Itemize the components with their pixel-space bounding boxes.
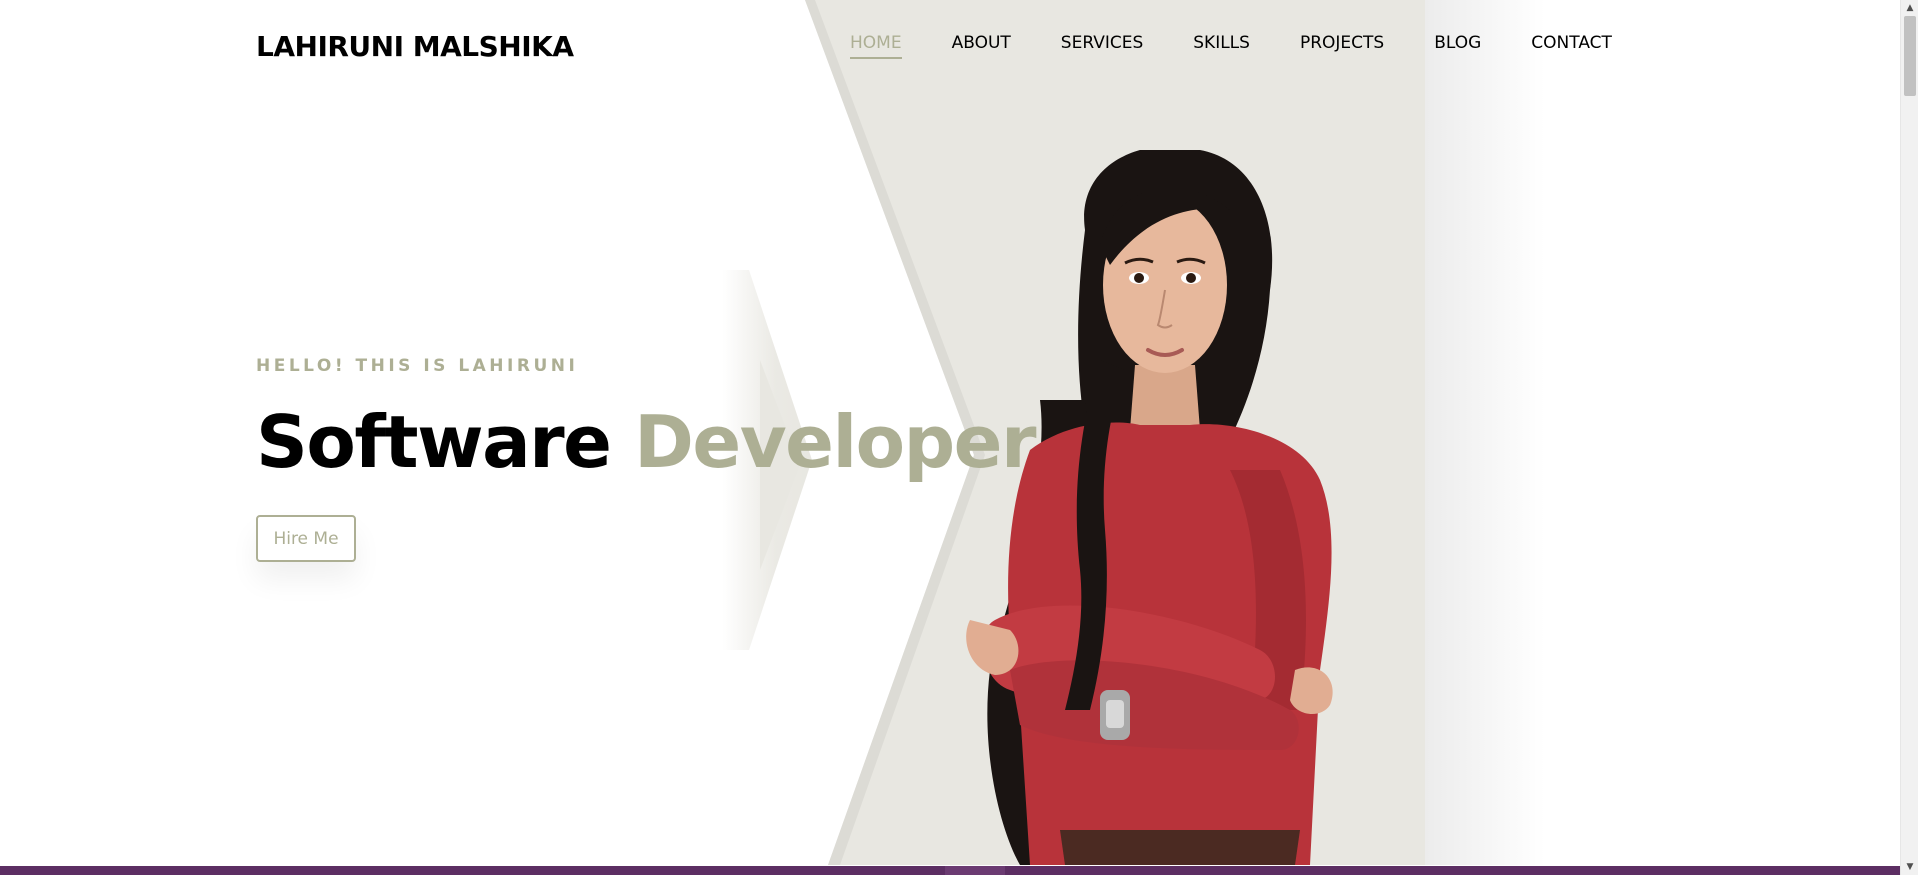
nav-item-projects[interactable]: PROJECTS xyxy=(1300,33,1384,59)
nav-item-home[interactable]: HOME xyxy=(850,33,902,59)
page-scrollbar[interactable]: ▲ ▼ xyxy=(1900,0,1918,875)
page: LAHIRUNI MALSHIKA HOME ABOUT SERVICES SK… xyxy=(0,0,1900,865)
nav-item-skills[interactable]: SKILLS xyxy=(1193,33,1250,59)
main-nav: HOME ABOUT SERVICES SKILLS PROJECTS BLOG… xyxy=(850,33,1612,59)
hero-greeting: HELLO! THIS IS LAHIRUNI xyxy=(256,356,579,376)
nav-item-contact[interactable]: CONTACT xyxy=(1531,33,1612,59)
scrollbar-thumb[interactable] xyxy=(1904,16,1916,96)
hero-right-fade xyxy=(1425,0,1545,865)
brand-logo[interactable]: LAHIRUNI MALSHIKA xyxy=(256,30,574,63)
scroll-down-arrow-icon[interactable]: ▼ xyxy=(1901,859,1918,875)
hero-title: Software Developer xyxy=(256,400,1036,484)
nav-item-services[interactable]: SERVICES xyxy=(1061,33,1143,59)
hero-title-word-1: Software xyxy=(256,400,612,484)
hero-title-word-2: Developer xyxy=(634,400,1036,484)
person-portrait-icon xyxy=(966,150,1333,865)
next-section-strip xyxy=(0,866,1900,875)
nav-item-about[interactable]: ABOUT xyxy=(952,33,1011,59)
scroll-up-arrow-icon[interactable]: ▲ xyxy=(1901,0,1918,16)
nav-item-blog[interactable]: BLOG xyxy=(1434,33,1481,59)
strip-highlight xyxy=(945,866,1005,875)
hire-me-button[interactable]: Hire Me xyxy=(256,515,356,562)
